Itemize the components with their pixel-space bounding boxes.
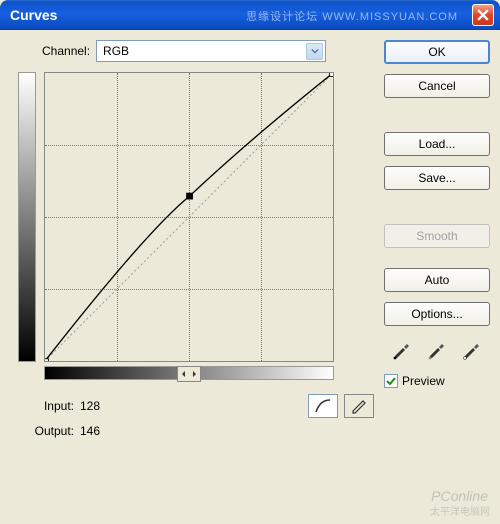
cancel-button[interactable]: Cancel bbox=[384, 74, 490, 98]
right-panel: OK Cancel Load... Save... Smooth Auto Op… bbox=[374, 40, 490, 444]
input-label: Input: bbox=[24, 399, 74, 413]
output-value[interactable]: 146 bbox=[80, 424, 120, 438]
channel-label: Channel: bbox=[42, 44, 90, 58]
vertical-gradient bbox=[18, 72, 36, 362]
channel-dropdown-button[interactable] bbox=[306, 43, 323, 60]
pencil-icon bbox=[350, 398, 368, 414]
channel-value: RGB bbox=[103, 44, 129, 58]
watermark-pconline: PConline bbox=[431, 488, 488, 504]
close-icon bbox=[477, 9, 489, 21]
check-icon bbox=[386, 376, 396, 386]
curves-graph[interactable] bbox=[44, 72, 334, 362]
curve-line bbox=[45, 73, 333, 361]
preview-label: Preview bbox=[402, 374, 445, 388]
load-button[interactable]: Load... bbox=[384, 132, 490, 156]
auto-button[interactable]: Auto bbox=[384, 268, 490, 292]
curves-area bbox=[18, 72, 374, 380]
close-button[interactable] bbox=[472, 4, 494, 26]
ok-button[interactable]: OK bbox=[384, 40, 490, 64]
curve-mode-button[interactable] bbox=[308, 394, 338, 418]
eyedropper-black-icon[interactable] bbox=[391, 338, 413, 360]
preview-row: Preview bbox=[384, 374, 490, 388]
pencil-mode-button[interactable] bbox=[344, 394, 374, 418]
horizontal-gradient[interactable] bbox=[44, 366, 334, 380]
eyedropper-white-icon[interactable] bbox=[461, 338, 483, 360]
curve-icon bbox=[314, 398, 332, 414]
eyedropper-gray-icon[interactable] bbox=[426, 338, 448, 360]
left-panel: Channel: RGB bbox=[18, 40, 374, 444]
options-button[interactable]: Options... bbox=[384, 302, 490, 326]
gradient-slider-handle[interactable] bbox=[177, 366, 201, 382]
smooth-button: Smooth bbox=[384, 224, 490, 248]
watermark-bottom: 太平洋电脑网 bbox=[430, 503, 490, 518]
eyedropper-row bbox=[384, 338, 490, 360]
dialog-content: Channel: RGB bbox=[0, 30, 500, 454]
save-button[interactable]: Save... bbox=[384, 166, 490, 190]
preview-checkbox[interactable] bbox=[384, 374, 398, 388]
chevron-down-icon bbox=[311, 47, 319, 55]
slider-handles-icon bbox=[181, 369, 197, 379]
output-label: Output: bbox=[24, 424, 74, 438]
channel-select[interactable]: RGB bbox=[96, 40, 326, 62]
watermark-top: 思缘设计论坛 WWW.MISSYUAN.COM bbox=[246, 8, 458, 24]
input-value[interactable]: 128 bbox=[80, 399, 120, 413]
input-output-section: Input: 128 Output: 146 bbox=[24, 394, 374, 438]
